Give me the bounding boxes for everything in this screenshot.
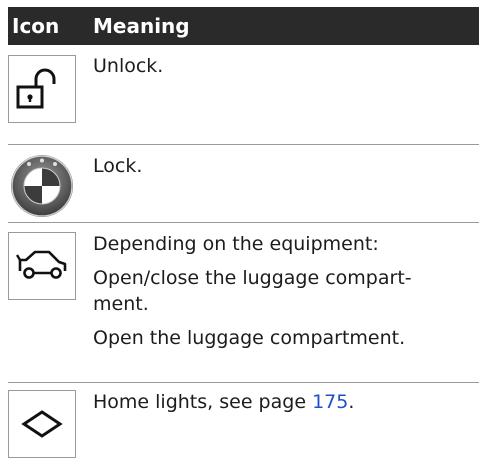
meaning-text: Home lights, see page 175. (93, 389, 479, 415)
table-row-lock: Lock. (8, 145, 479, 223)
icon-cell (8, 383, 93, 458)
table-header: Icon Meaning (8, 7, 479, 45)
meaning-cell: Lock. (93, 145, 479, 179)
meaning-cell: Depending on the equipment: Open/close t… (93, 223, 479, 351)
page-link-175[interactable]: 175 (312, 391, 348, 413)
bmw-logo-lock-icon (8, 152, 76, 220)
home-lights-text: Home lights, see page (93, 391, 313, 413)
icon-cell (8, 45, 93, 123)
meaning-text: Open/close the luggage compart- ment. (93, 267, 412, 315)
meaning-text: Depending on the equipment: (93, 233, 379, 255)
meaning-text: Open the luggage compartment. (93, 327, 406, 349)
icon-cell (8, 145, 93, 220)
period-text: . (348, 391, 355, 413)
table-row-luggage: Depending on the equipment: Open/close t… (8, 223, 479, 383)
meaning-cell: Home lights, see page 175. (93, 383, 479, 415)
header-meaning-column: Meaning (93, 14, 190, 38)
meaning-cell: Unlock. (93, 45, 479, 79)
unlock-padlock-icon (8, 55, 76, 123)
meaning-text: Lock. (93, 155, 143, 177)
diamond-home-lights-icon (8, 390, 76, 458)
icon-cell (8, 223, 93, 300)
header-icon-column: Icon (12, 14, 60, 38)
car-trunk-icon (8, 232, 76, 300)
meaning-text: Unlock. (93, 55, 164, 77)
icon-meaning-table: Icon Meaning Unlock. Lock. Depending on … (8, 7, 479, 469)
table-row-home-lights: Home lights, see page 175. (8, 383, 479, 469)
table-row-unlock: Unlock. (8, 45, 479, 145)
